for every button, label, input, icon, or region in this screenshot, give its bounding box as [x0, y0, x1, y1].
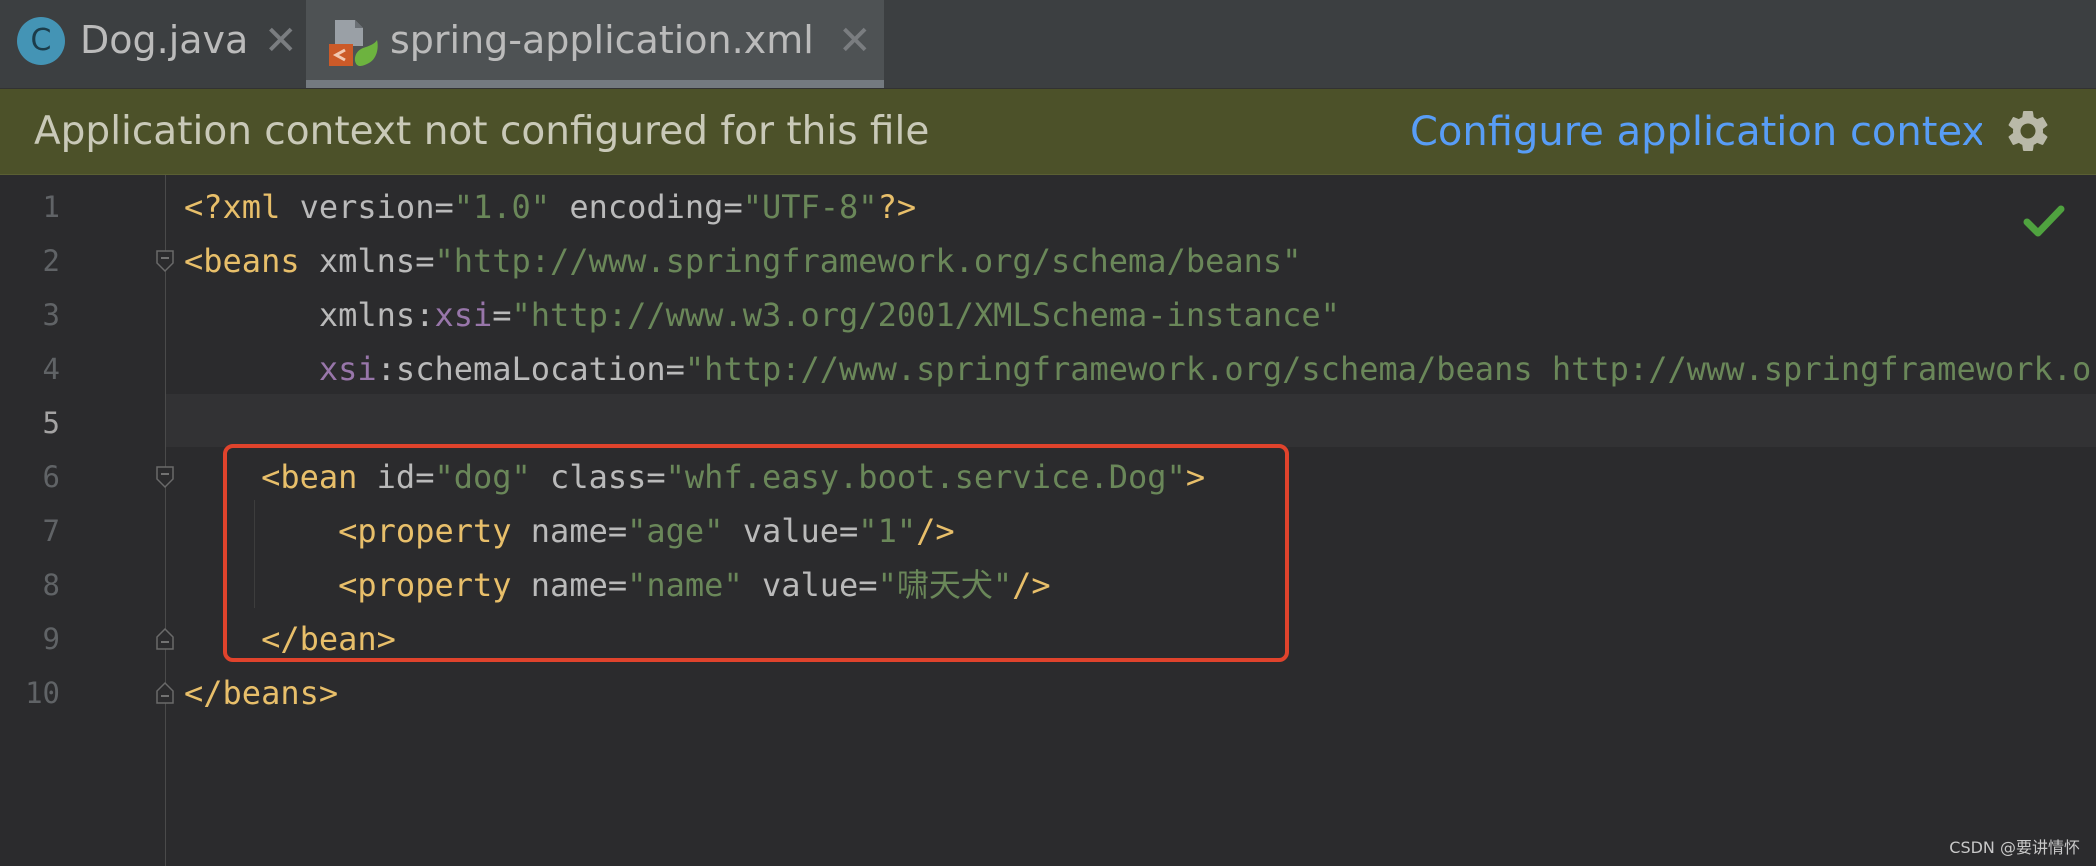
line-number: 9: [42, 622, 60, 656]
bean-highlight-annotation: [223, 444, 1289, 662]
line-number: 4: [42, 352, 60, 386]
line-number: 6: [42, 460, 60, 494]
watermark: CSDN @要讲情怀: [1949, 838, 2080, 857]
code-token: "http://www.w3.org/2001/XMLSchema-instan…: [511, 296, 1340, 334]
code-token: xmlns: [318, 242, 416, 280]
line-number: 3: [42, 298, 60, 332]
code-token: =: [415, 242, 435, 280]
code-token: <?xml: [184, 188, 300, 226]
check-icon: [2023, 205, 2065, 237]
code-token: version: [299, 188, 435, 226]
gutter-divider: [165, 175, 166, 866]
java-class-icon: C: [17, 17, 65, 65]
line-number: 5: [42, 406, 60, 440]
fold-open-icon[interactable]: [155, 249, 175, 273]
banner-message: Application context not configured for t…: [34, 109, 930, 154]
code-token: "http://www.springframework.org/schema/b…: [684, 350, 2096, 388]
tab-label: spring-application.xml: [390, 18, 814, 62]
code-token: xsi: [434, 296, 493, 334]
code-line[interactable]: xmlns:xsi="http://www.w3.org/2001/XMLSch…: [184, 288, 1340, 342]
configure-application-context-link[interactable]: Configure application context: [1410, 109, 1982, 155]
code-token: =: [434, 188, 454, 226]
code-token: "http://www.springframework.org/schema/b…: [434, 242, 1302, 280]
line-number: 2: [42, 244, 60, 278]
fold-close-icon[interactable]: [155, 681, 175, 705]
notification-banner: Application context not configured for t…: [0, 89, 2096, 175]
code-token: "1.0": [453, 188, 551, 226]
code-token: =: [665, 350, 685, 388]
fold-close-icon[interactable]: [155, 627, 175, 651]
code-token: "UTF-8": [742, 188, 878, 226]
code-token: =: [492, 296, 512, 334]
tab-label: Dog.java: [80, 18, 249, 62]
spring-xml-icon: [329, 20, 378, 66]
code-token: :schemaLocation: [376, 350, 666, 388]
code-line[interactable]: <beans xmlns="http://www.springframework…: [184, 234, 1301, 288]
close-icon[interactable]: ✕: [264, 18, 298, 64]
code-line[interactable]: <?xml version="1.0" encoding="UTF-8"?>: [184, 180, 916, 234]
line-number: 1: [42, 190, 60, 224]
code-token: <beans: [184, 242, 319, 280]
code-token: </beans>: [184, 674, 339, 712]
tab-dog-java[interactable]: C Dog.java ✕: [0, 0, 306, 88]
code-line[interactable]: xsi:schemaLocation="http://www.springfra…: [184, 342, 2096, 396]
current-line-highlight: [166, 394, 2096, 447]
line-number: 8: [42, 568, 60, 602]
line-number: 10: [25, 676, 60, 710]
close-icon[interactable]: ✕: [838, 18, 872, 64]
code-token: =: [723, 188, 743, 226]
gear-icon[interactable]: [2003, 106, 2053, 156]
code-line[interactable]: </beans>: [184, 666, 338, 720]
code-token: encoding: [550, 188, 724, 226]
line-number: 7: [42, 514, 60, 548]
code-token: xsi: [318, 350, 377, 388]
code-token: ?>: [877, 188, 917, 226]
code-token: xmlns:: [184, 296, 435, 334]
fold-open-icon[interactable]: [155, 465, 175, 489]
editor-tab-bar: C Dog.java ✕ spring-application.xml ✕: [0, 0, 2096, 89]
tab-spring-application-xml[interactable]: spring-application.xml ✕: [306, 0, 884, 88]
